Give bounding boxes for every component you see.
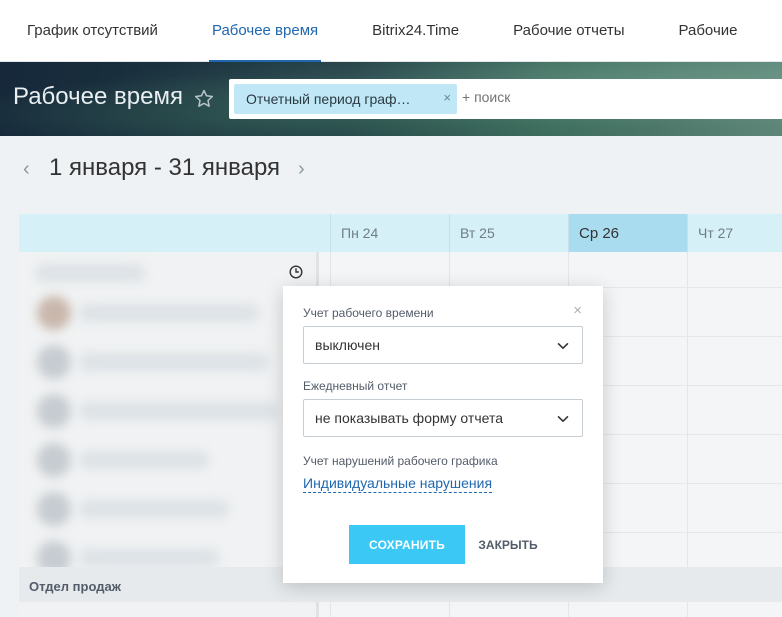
chevron-down-icon	[557, 416, 569, 422]
violations-label: Учет нарушений рабочего графика	[303, 454, 498, 468]
blurred-group-name	[35, 264, 145, 282]
star-icon[interactable]	[192, 87, 216, 111]
tab-more[interactable]: Рабочие	[651, 0, 764, 62]
avatar	[37, 492, 71, 526]
tab-absence-chart[interactable]: График отсутствий	[0, 0, 185, 62]
day-header: Пн 24	[330, 214, 449, 252]
chevron-down-icon	[557, 343, 569, 349]
timetracking-select[interactable]: выключен	[303, 326, 583, 364]
arrow-left-icon[interactable]: ‹	[23, 158, 30, 181]
filter-search-box[interactable]: Отчетный период граф… ×	[229, 79, 782, 119]
tab-work-reports[interactable]: Рабочие отчеты	[486, 0, 651, 62]
day-header-today: Ср 26	[568, 214, 687, 252]
blurred-employee-name	[79, 304, 259, 322]
blurred-employee-name	[79, 353, 269, 371]
close-icon[interactable]: ×	[573, 302, 582, 319]
close-icon[interactable]: ×	[443, 90, 451, 105]
tab-bitrix24-time[interactable]: Bitrix24.Time	[345, 0, 486, 62]
employee-settings-popup: × Учет рабочего времени выключен Ежеднев…	[283, 286, 603, 583]
avatar	[37, 296, 71, 330]
employee-list	[19, 252, 319, 617]
individual-violations-link[interactable]: Индивидуальные нарушения	[303, 475, 493, 493]
filter-tag[interactable]: Отчетный период граф… ×	[234, 84, 457, 114]
blurred-employee-name	[79, 549, 219, 567]
arrow-right-icon[interactable]: ›	[298, 158, 305, 181]
tab-work-time[interactable]: Рабочее время	[185, 0, 345, 62]
avatar	[37, 394, 71, 428]
day-header: Чт 27	[687, 214, 782, 252]
top-tabs: График отсутствий Рабочее время Bitrix24…	[0, 0, 782, 62]
day-header: Вт 25	[449, 214, 568, 252]
close-button[interactable]: ЗАКРЫТЬ	[478, 525, 538, 564]
filter-tag-label: Отчетный период граф…	[246, 91, 411, 107]
period-label: 1 января - 31 января	[49, 154, 281, 181]
blurred-employee-name	[79, 451, 209, 469]
blurred-employee-name	[79, 500, 229, 518]
page-header: Рабочее время Отчетный период граф… ×	[0, 62, 782, 136]
daily-report-value: не показывать форму отчета	[315, 410, 503, 426]
timetracking-label: Учет рабочего времени	[303, 306, 434, 320]
blurred-employee-name	[79, 402, 279, 420]
search-input[interactable]	[462, 89, 762, 105]
save-button[interactable]: СОХРАНИТЬ	[349, 525, 465, 564]
page-title: Рабочее время	[13, 83, 183, 110]
department-label: Отдел продаж	[29, 579, 121, 594]
period-navigator: ‹ 1 января - 31 января ›	[0, 136, 782, 214]
avatar	[37, 443, 71, 477]
timetracking-value: выключен	[315, 337, 380, 353]
daily-report-label: Ежедневный отчет	[303, 379, 408, 393]
avatar	[37, 345, 71, 379]
grid-header: Пн 24 Вт 25 Ср 26 Чт 27	[19, 214, 782, 252]
daily-report-select[interactable]: не показывать форму отчета	[303, 399, 583, 437]
clock-icon[interactable]	[289, 265, 303, 279]
